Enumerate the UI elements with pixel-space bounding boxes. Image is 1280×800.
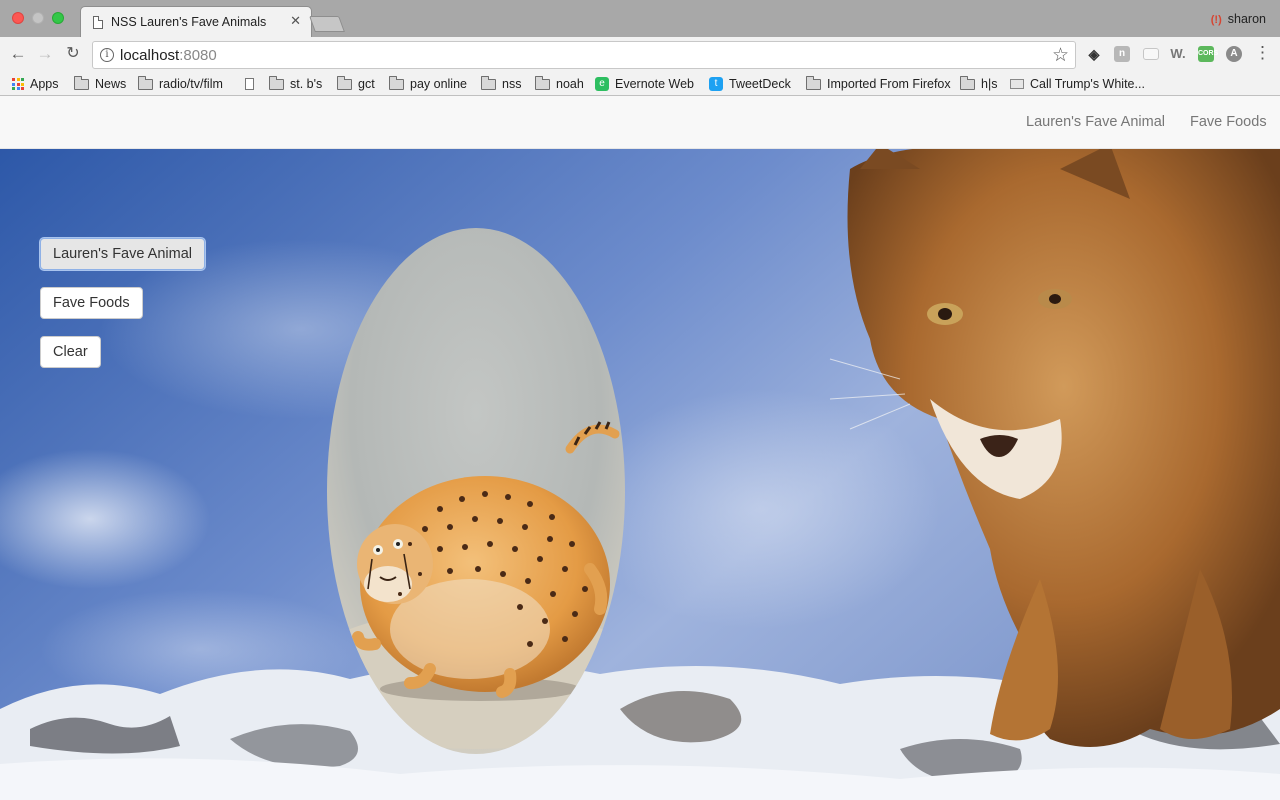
- bookmark-label: Imported From Firefox: [827, 77, 951, 91]
- bookmark-evernote-web[interactable]: e Evernote Web: [595, 75, 694, 93]
- bookmark-pay-online[interactable]: pay online: [389, 75, 467, 93]
- window-minimize-button[interactable]: [32, 12, 44, 24]
- bookmark-label: nss: [502, 77, 522, 91]
- bookmark-gct[interactable]: gct: [337, 75, 375, 93]
- folder-icon: [535, 75, 550, 90]
- profile-icon: (!): [1210, 14, 1222, 26]
- folder-icon: [269, 75, 284, 90]
- bookmark-label: News: [95, 77, 127, 91]
- bookmark-label: noah: [556, 77, 584, 91]
- bookmark-label: TweetDeck: [729, 77, 791, 91]
- forward-arrow-icon[interactable]: →: [34, 43, 56, 65]
- bookmark-label: Evernote Web: [615, 77, 694, 91]
- document-icon: [93, 16, 103, 29]
- url-host: localhost: [120, 47, 180, 64]
- nav-link-fave-animal[interactable]: Lauren's Fave Animal: [1026, 114, 1165, 130]
- extension-gray-icon[interactable]: n: [1114, 46, 1130, 62]
- evernote-icon: e: [595, 77, 609, 91]
- tab-strip: NSS Lauren's Fave Animals ✕ (!) sharon: [0, 0, 1280, 37]
- tab-close-icon[interactable]: ✕: [290, 13, 301, 29]
- profile-name: sharon: [1227, 12, 1266, 26]
- folder-icon: [806, 75, 821, 90]
- bookmark-hs[interactable]: h|s: [960, 75, 997, 93]
- bookmark-label: st. b's: [290, 77, 323, 91]
- folder-icon: [337, 75, 352, 90]
- folder-icon: [138, 75, 153, 90]
- bookmark-call-trumps-white[interactable]: Call Trump's White...: [1010, 75, 1145, 93]
- window-close-button[interactable]: [12, 12, 24, 24]
- bookmark-st-bs[interactable]: st. b's: [269, 75, 322, 93]
- evernote-extension-icon[interactable]: ◈: [1086, 46, 1102, 62]
- cors-extension-icon[interactable]: CORS: [1198, 46, 1218, 62]
- bookmark-label: Call Trump's White...: [1030, 77, 1145, 91]
- browser-tab[interactable]: NSS Lauren's Fave Animals ✕: [80, 6, 312, 37]
- clear-button[interactable]: Clear: [40, 336, 101, 368]
- bookmark-label: Apps: [30, 77, 59, 91]
- menu-dots-icon[interactable]: ⋮: [1254, 44, 1271, 61]
- window-zoom-button[interactable]: [52, 12, 64, 24]
- hero-background: Lauren's Fave Animal Fave Foods Clear: [0, 149, 1280, 800]
- reload-icon[interactable]: ↻: [62, 43, 84, 65]
- bookmark-star-icon[interactable]: ☆: [1052, 44, 1069, 67]
- fave-foods-button[interactable]: Fave Foods: [40, 287, 143, 319]
- tweetdeck-icon: t: [709, 77, 723, 91]
- folder-icon: [389, 75, 404, 90]
- whitehouse-icon: [1010, 79, 1024, 89]
- bookmark-label: radio/tv/film: [159, 77, 223, 91]
- folder-icon: [960, 75, 975, 90]
- bookmark-page[interactable]: [245, 75, 260, 93]
- bookmark-label: pay online: [410, 77, 467, 91]
- bookmark-news[interactable]: News: [74, 75, 126, 93]
- folder-icon: [481, 75, 496, 90]
- bookmark-apps[interactable]: Apps: [12, 75, 59, 93]
- bookmark-radio-tv-film[interactable]: radio/tv/film: [138, 75, 223, 93]
- bookmark-tweetdeck[interactable]: t TweetDeck: [709, 75, 791, 93]
- url-text[interactable]: localhost:8080: [120, 47, 217, 64]
- tab-title: NSS Lauren's Fave Animals: [111, 15, 267, 29]
- navbar: Lauren's Fave Animal Fave Foods: [0, 96, 1280, 149]
- apps-grid-icon: [12, 78, 24, 90]
- bookmark-noah[interactable]: noah: [535, 75, 584, 93]
- extension-card-icon[interactable]: [1143, 48, 1159, 60]
- url-port: :8080: [179, 47, 217, 64]
- bookmark-nss[interactable]: nss: [481, 75, 521, 93]
- w-extension-icon[interactable]: W.: [1170, 46, 1186, 62]
- address-bar[interactable]: i localhost:8080 ☆: [92, 41, 1076, 69]
- page-viewport: Lauren's Fave Animal Fave Foods Lauren's…: [0, 96, 1280, 800]
- page-icon: [245, 78, 254, 90]
- browser-toolbar: ← → ↻ i localhost:8080 ☆ ◈ n W. CORS A ⋮: [0, 37, 1280, 72]
- a-extension-icon[interactable]: A: [1226, 46, 1242, 62]
- bookmark-label: h|s: [981, 77, 998, 91]
- bookmark-imported-from-firefox[interactable]: Imported From Firefox: [806, 75, 951, 93]
- folder-icon: [74, 75, 89, 90]
- bookmarks-bar: Apps News radio/tv/film st. b's gct pay …: [0, 72, 1280, 96]
- back-arrow-icon[interactable]: ←: [7, 43, 29, 65]
- info-icon[interactable]: i: [100, 48, 114, 62]
- bookmark-label: gct: [358, 77, 375, 91]
- laurens-fave-animal-button[interactable]: Lauren's Fave Animal: [40, 238, 205, 270]
- profile-button[interactable]: (!) sharon: [1211, 12, 1266, 26]
- nav-link-fave-foods[interactable]: Fave Foods: [1190, 114, 1267, 130]
- new-tab-button[interactable]: [309, 16, 345, 32]
